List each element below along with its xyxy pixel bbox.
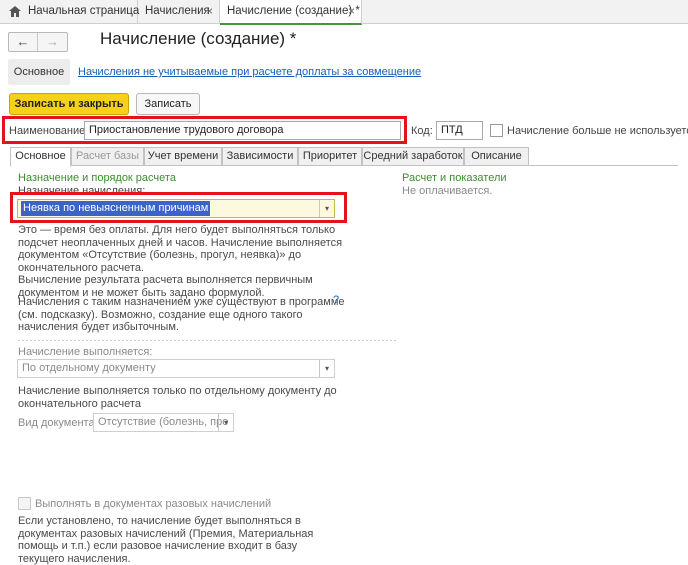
not-used-label: Начисление больше не используется	[507, 125, 688, 137]
divider	[18, 340, 396, 341]
tab-accrual-create[interactable]: Начисление (создание) * ×	[220, 0, 362, 25]
tab-main[interactable]: Основное	[10, 147, 71, 167]
save-button[interactable]: Записать	[136, 93, 200, 115]
save-and-close-button[interactable]: Записать и закрыть	[9, 93, 129, 115]
back-button[interactable]: ←	[9, 33, 38, 51]
tab-priority[interactable]: Приоритет	[298, 147, 362, 166]
tab-accruals[interactable]: Начисления ×	[138, 0, 220, 24]
tab-dependencies[interactable]: Зависимости	[222, 147, 298, 166]
close-icon[interactable]: ×	[348, 0, 355, 23]
close-icon[interactable]: ×	[206, 0, 213, 23]
tab-base-calc[interactable]: Расчет базы	[71, 147, 144, 166]
tab-description[interactable]: Описание	[464, 147, 529, 166]
nav-buttons: ← →	[8, 32, 68, 52]
tab-time-tracking[interactable]: Учет времени	[144, 147, 222, 166]
hint-link[interactable]: Начисления не учитываемые при расчете до…	[78, 66, 421, 78]
code-field[interactable]: ПТД	[436, 121, 483, 140]
group-title-purpose: Назначение и порядок расчета	[18, 172, 176, 184]
exec-value: По отдельному документу	[22, 362, 156, 374]
chevron-down-icon[interactable]: ▾	[218, 414, 233, 431]
page-title: Начисление (создание) *	[100, 29, 297, 48]
doc-type-value: Отсутствие (болезнь, про	[98, 416, 229, 428]
onetime-label: Выполнять в документах разовых начислени…	[35, 498, 272, 510]
doc-type-label: Вид документа:	[18, 417, 98, 429]
chevron-down-icon[interactable]: ▾	[319, 360, 334, 377]
home-icon	[9, 6, 21, 17]
purpose-description: Это — время без оплаты. Для него будет в…	[18, 224, 343, 299]
section-main[interactable]: Основное	[8, 59, 70, 85]
group-title-calc: Расчет и показатели	[402, 172, 507, 184]
tab-create-label: Начисление (создание) *	[227, 5, 360, 17]
onetime-note: Если установлено, то начисление будет вы…	[18, 515, 314, 565]
highlight-frame	[10, 192, 347, 223]
onetime-checkbox[interactable]	[18, 497, 31, 510]
calc-value: Не оплачивается.	[402, 185, 493, 197]
tab-avg-earnings[interactable]: Средний заработок	[362, 147, 464, 166]
exec-label: Начисление выполняется:	[18, 346, 153, 358]
tab-accruals-label: Начисления	[145, 5, 210, 17]
highlight-frame	[2, 116, 407, 144]
tab-home[interactable]: Начальная страница	[0, 0, 140, 24]
doc-type-select[interactable]: Отсутствие (болезнь, про ▾	[93, 413, 234, 432]
exec-select[interactable]: По отдельному документу ▾	[17, 359, 335, 378]
forward-button[interactable]: →	[38, 33, 67, 51]
not-used-checkbox[interactable]	[490, 124, 503, 137]
tab-home-label: Начальная страница	[28, 5, 140, 17]
help-icon[interactable]: ?	[333, 294, 339, 306]
duplicate-warning: Начисления с таким назначением уже сущес…	[18, 296, 345, 333]
exec-note: Начисление выполняется только по отдельн…	[18, 385, 337, 410]
code-label: Код:	[411, 125, 433, 137]
